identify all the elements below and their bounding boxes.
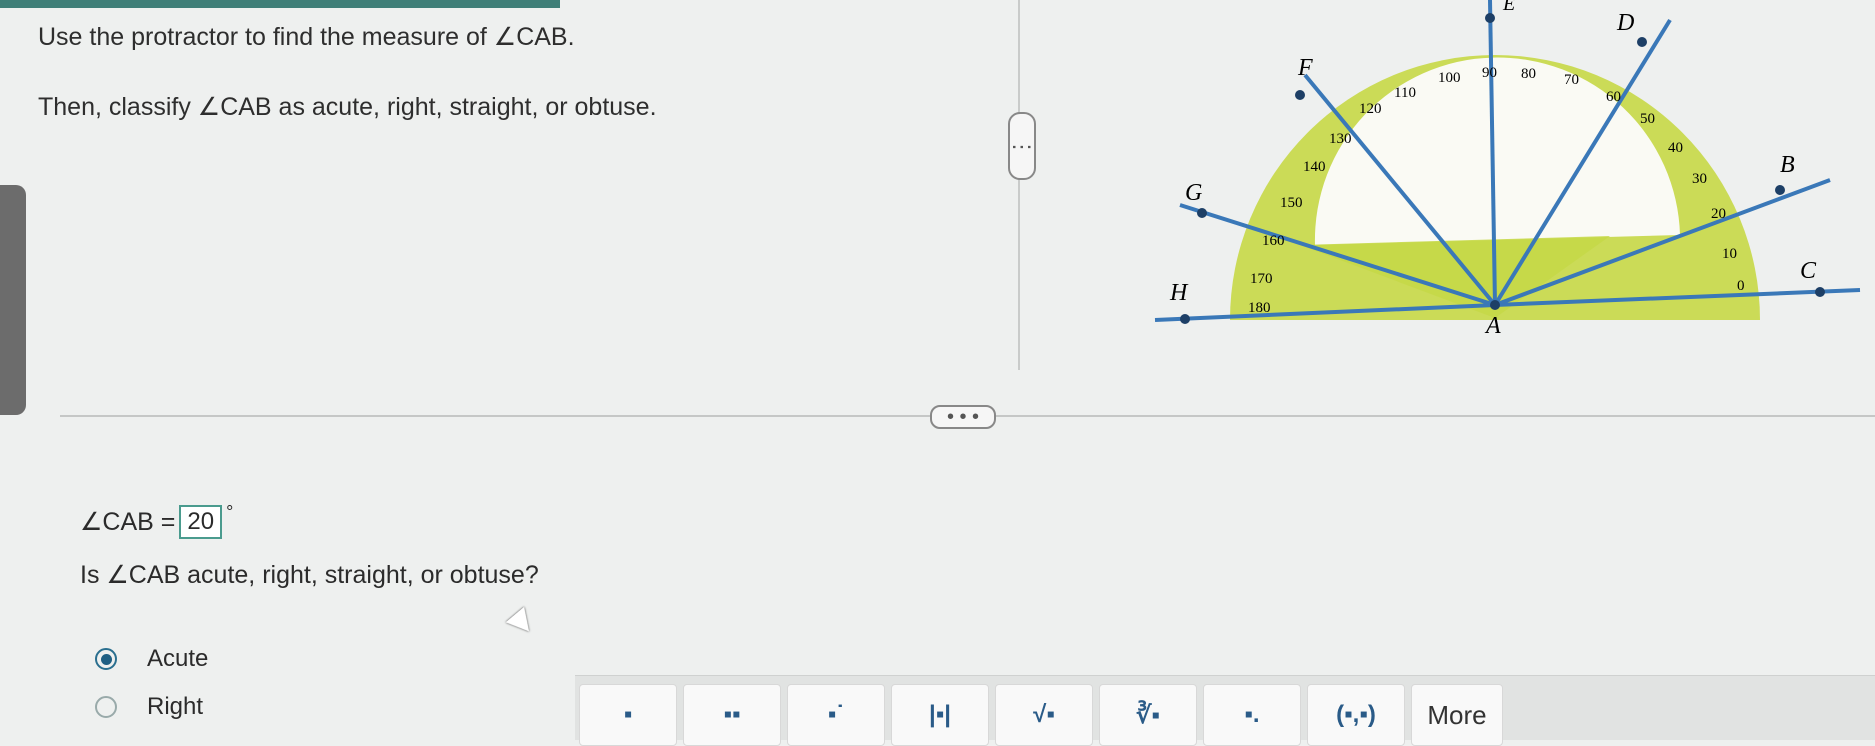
option-right[interactable]: Right — [95, 693, 203, 721]
tick-30: 30 — [1692, 171, 1707, 187]
subscript-icon[interactable]: ▪˙ — [787, 684, 885, 746]
label-G: G — [1185, 180, 1202, 206]
label-H: H — [1169, 280, 1189, 306]
top-accent-bar — [0, 0, 560, 8]
point-F — [1295, 90, 1305, 100]
tick-180: 180 — [1248, 300, 1271, 316]
point-C — [1815, 287, 1825, 297]
angle-input[interactable]: 20 — [179, 505, 223, 539]
tick-80: 80 — [1521, 66, 1536, 82]
decimal-icon[interactable]: ▪. — [1203, 684, 1301, 746]
radio-acute-selected-icon[interactable] — [95, 648, 117, 670]
answer-label: ∠CAB = — [80, 508, 176, 536]
tick-110: 110 — [1394, 85, 1416, 101]
tick-120: 120 — [1359, 101, 1382, 117]
tick-160: 160 — [1262, 233, 1285, 249]
instruction-line-2: Then, classify ∠CAB as acute, right, str… — [38, 93, 657, 121]
point-G — [1197, 208, 1207, 218]
radio-right-icon[interactable] — [95, 696, 117, 718]
label-E: E — [1502, 0, 1515, 15]
label-A: A — [1484, 313, 1501, 339]
cube-root-icon[interactable]: ∛▪ — [1099, 684, 1197, 746]
point-B — [1775, 185, 1785, 195]
tick-100: 100 — [1438, 70, 1461, 86]
label-D: D — [1616, 10, 1634, 36]
vertical-divider — [1018, 0, 1020, 370]
tick-150: 150 — [1280, 195, 1303, 211]
label-B: B — [1780, 152, 1795, 178]
tick-170: 170 — [1250, 271, 1273, 287]
tick-130: 130 — [1329, 131, 1352, 147]
absolute-value-icon[interactable]: |▪| — [891, 684, 989, 746]
answer-row: ∠CAB = 20 ° — [80, 501, 234, 539]
tick-10: 10 — [1722, 246, 1737, 262]
option-acute[interactable]: Acute — [95, 645, 208, 673]
label-F: F — [1297, 55, 1313, 81]
point-A — [1490, 300, 1500, 310]
point-H — [1180, 314, 1190, 324]
protractor-figure: A B C D E F G H 0 10 20 30 40 50 60 70 8… — [1154, 0, 1861, 339]
vertical-resize-handle[interactable]: ⋮ — [1008, 112, 1036, 180]
tick-60: 60 — [1606, 89, 1621, 105]
tick-140: 140 — [1303, 159, 1326, 175]
superscript-icon[interactable]: ▪▪ — [683, 684, 781, 746]
tick-90: 90 — [1482, 65, 1497, 81]
tick-0: 0 — [1737, 278, 1745, 294]
classify-question: Is ∠CAB acute, right, straight, or obtus… — [80, 561, 539, 589]
horizontal-resize-handle[interactable]: • • • — [930, 405, 996, 429]
sqrt-icon[interactable]: √▪ — [995, 684, 1093, 746]
math-toolbar: ▪ ▪▪ ▪˙ |▪| √▪ ∛▪ ▪. (▪,▪) More — [575, 675, 1875, 746]
label-C: C — [1800, 258, 1817, 284]
degree-unit: ° — [226, 501, 234, 522]
left-scrollbar[interactable] — [0, 185, 26, 415]
option-right-label: Right — [147, 693, 204, 720]
tick-40: 40 — [1668, 140, 1683, 156]
point-D — [1637, 37, 1647, 47]
option-acute-label: Acute — [147, 645, 209, 672]
instruction-line-1: Use the protractor to find the measure o… — [38, 23, 575, 51]
tick-20: 20 — [1711, 206, 1726, 222]
more-button[interactable]: More — [1411, 684, 1503, 746]
square-icon[interactable]: ▪ — [579, 684, 677, 746]
tick-50: 50 — [1640, 111, 1655, 127]
mouse-cursor-icon — [505, 606, 539, 640]
point-E — [1485, 13, 1495, 23]
tick-70: 70 — [1564, 72, 1579, 88]
ordered-pair-icon[interactable]: (▪,▪) — [1307, 684, 1405, 746]
